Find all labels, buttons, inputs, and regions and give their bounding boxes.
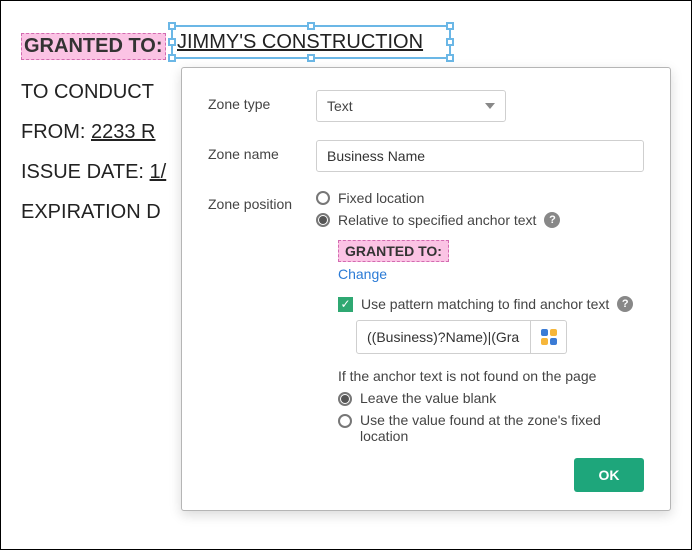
resize-handle[interactable]: [446, 54, 454, 62]
not-found-heading: If the anchor text is not found on the p…: [338, 368, 644, 384]
help-icon[interactable]: ?: [544, 212, 560, 228]
zone-selection[interactable]: JIMMY'S CONSTRUCTION: [171, 25, 451, 59]
radio-fixed-location[interactable]: [316, 191, 330, 205]
radio-relative-anchor-label: Relative to specified anchor text: [338, 212, 536, 228]
use-pattern-checkbox[interactable]: ✓: [338, 297, 353, 312]
zone-selected-text: JIMMY'S CONSTRUCTION: [177, 31, 423, 54]
resize-handle[interactable]: [168, 54, 176, 62]
zone-name-label: Zone name: [208, 140, 316, 162]
zone-settings-popover: Zone type Text Zone name Zone position F…: [181, 67, 671, 511]
chevron-down-icon: [485, 103, 495, 109]
resize-handle[interactable]: [446, 22, 454, 30]
zone-name-input[interactable]: [316, 140, 644, 172]
zone-type-label: Zone type: [208, 90, 316, 112]
document-line: FROM: 2233 R: [21, 121, 156, 144]
radio-relative-anchor[interactable]: [316, 213, 330, 227]
resize-handle[interactable]: [307, 22, 315, 30]
zone-type-select[interactable]: Text: [316, 90, 506, 122]
grid-icon: [541, 329, 557, 345]
help-icon[interactable]: ?: [617, 296, 633, 312]
zone-type-value: Text: [327, 98, 353, 114]
ok-button[interactable]: OK: [574, 458, 644, 492]
use-pattern-label: Use pattern matching to find anchor text: [361, 296, 609, 312]
radio-leave-blank[interactable]: [338, 392, 352, 406]
change-anchor-link[interactable]: Change: [338, 266, 644, 282]
pattern-input[interactable]: [356, 320, 531, 354]
anchor-text-badge: GRANTED TO:: [338, 240, 449, 262]
resize-handle[interactable]: [307, 54, 315, 62]
pattern-picker-button[interactable]: [531, 320, 567, 354]
document-line: ISSUE DATE: 1/: [21, 161, 166, 184]
radio-use-fixed[interactable]: [338, 414, 352, 428]
document-line: TO CONDUCT: [21, 81, 154, 104]
resize-handle[interactable]: [168, 38, 176, 46]
document-line: EXPIRATION D: [21, 201, 161, 224]
radio-leave-blank-label: Leave the value blank: [360, 390, 496, 406]
radio-fixed-location-label: Fixed location: [338, 190, 424, 206]
zone-position-label: Zone position: [208, 190, 316, 212]
radio-use-fixed-label: Use the value found at the zone's fixed …: [360, 412, 644, 444]
resize-handle[interactable]: [446, 38, 454, 46]
resize-handle[interactable]: [168, 22, 176, 30]
anchor-highlight-granted-to: GRANTED TO:: [21, 33, 166, 60]
